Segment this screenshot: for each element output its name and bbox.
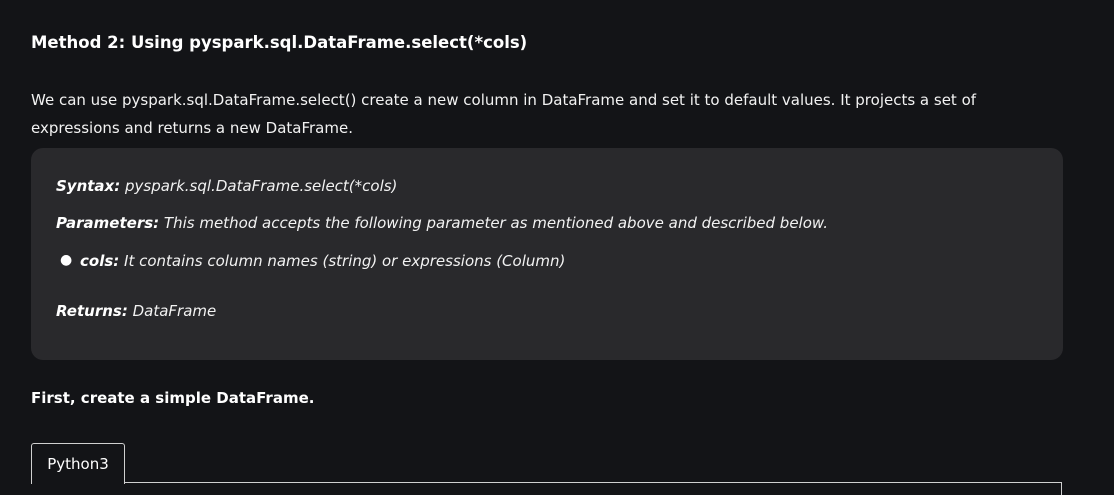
param-description: It contains column names (string) or exp…: [119, 252, 566, 270]
parameters-line: Parameters: This method accepts the foll…: [56, 214, 828, 232]
syntax-line: Syntax: pyspark.sql.DataFrame.select(*co…: [56, 177, 397, 195]
bullet-dot-icon: ●: [60, 252, 73, 268]
param-name: cols:: [80, 252, 120, 270]
parameters-label: Parameters:: [56, 214, 160, 232]
code-block: [31, 482, 1062, 495]
syntax-box: Syntax: pyspark.sql.DataFrame.select(*co…: [31, 148, 1063, 360]
parameters-value: This method accepts the following parame…: [159, 214, 828, 232]
returns-label: Returns:: [56, 302, 128, 320]
first-step-text: First, create a simple DataFrame.: [31, 389, 315, 407]
tab-python3[interactable]: Python3: [31, 443, 125, 484]
returns-value: DataFrame: [127, 302, 217, 320]
intro-paragraph: We can use pyspark.sql.DataFrame.select(…: [31, 91, 977, 137]
section-heading: Method 2: Using pyspark.sql.DataFrame.se…: [31, 33, 528, 52]
article-page: Method 2: Using pyspark.sql.DataFrame.se…: [0, 0, 1114, 495]
returns-line: Returns: DataFrame: [56, 302, 216, 320]
syntax-value: pyspark.sql.DataFrame.select(*cols): [120, 177, 398, 195]
param-bullet-item: cols: It contains column names (string) …: [80, 252, 565, 270]
syntax-label: Syntax:: [56, 177, 121, 195]
